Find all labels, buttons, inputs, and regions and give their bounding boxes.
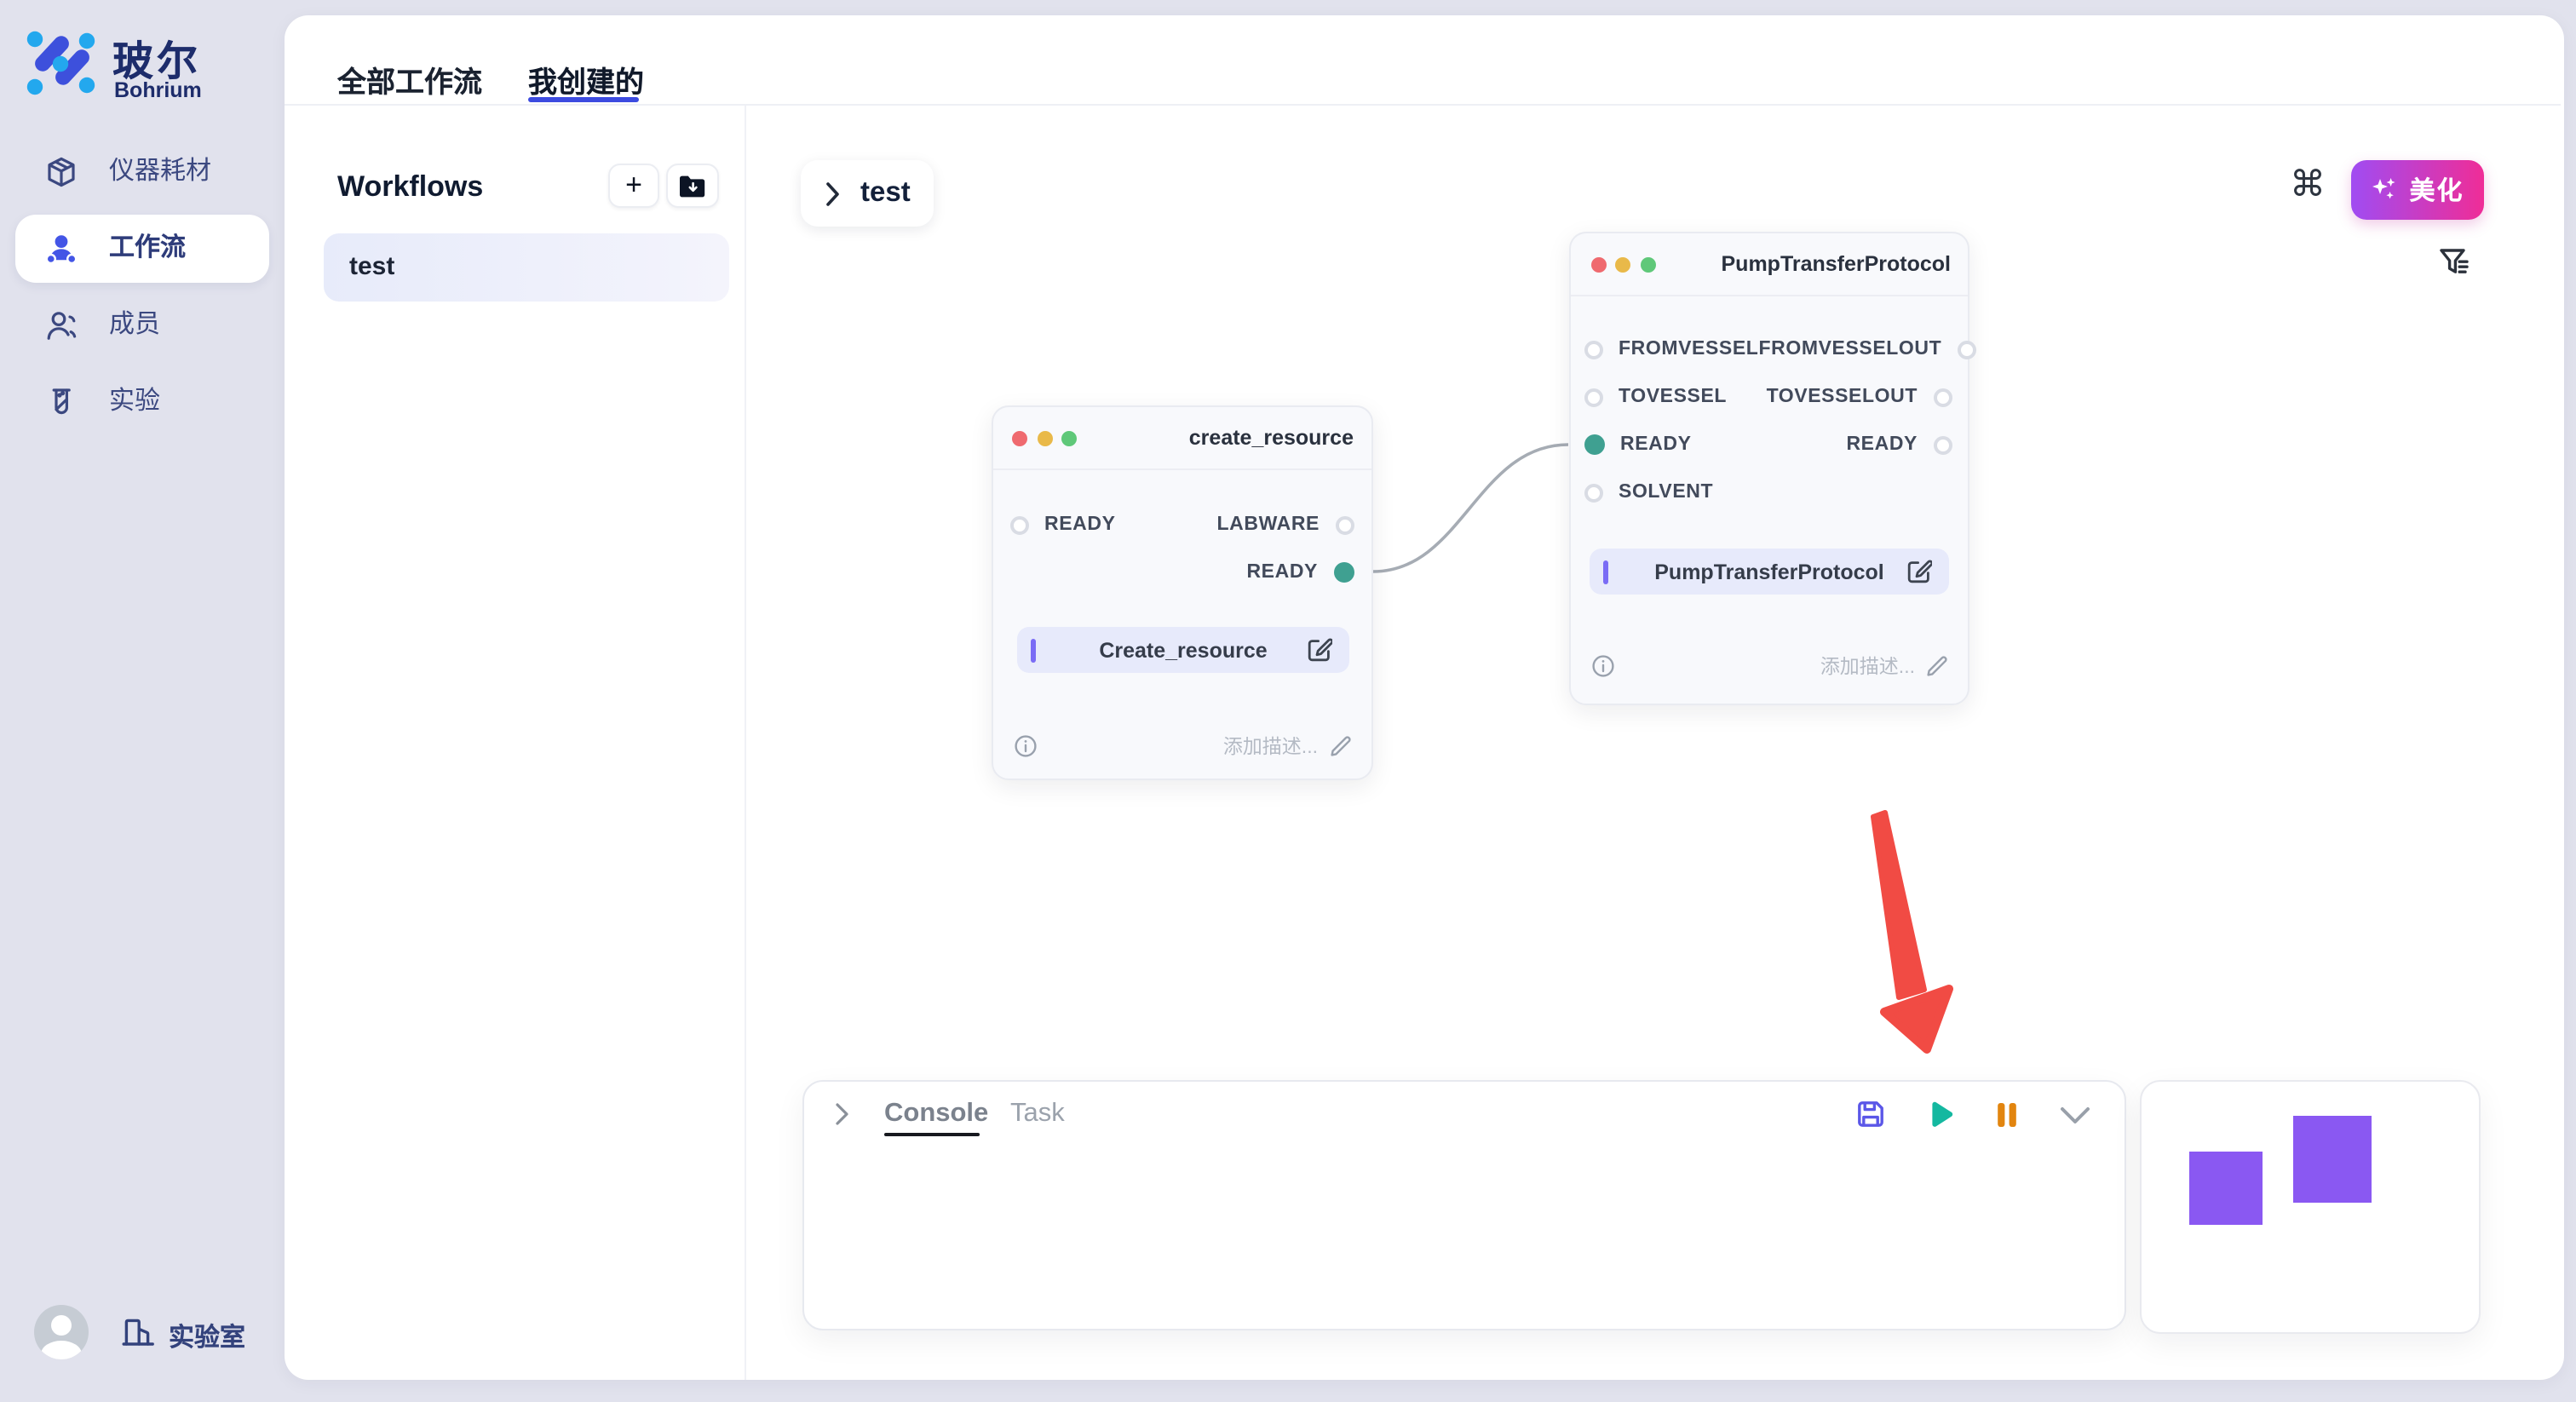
node-header: PumpTransferProtocol	[1571, 233, 1968, 296]
pencil-icon[interactable]	[1925, 654, 1949, 678]
collapse-chevron-down-icon[interactable]	[2058, 1104, 2092, 1128]
node-title: create_resource	[1189, 426, 1354, 450]
port-label: TOVESSEL	[1619, 387, 1727, 407]
tab-console[interactable]: Console	[884, 1099, 988, 1129]
input-port-solvent[interactable]	[1584, 483, 1603, 502]
sparkles-icon	[2370, 175, 2397, 203]
save-icon[interactable]	[1855, 1099, 1886, 1129]
port-label: READY	[1846, 434, 1918, 455]
output-port-ready[interactable]	[1933, 435, 1952, 454]
port-row: TOVESSEL TOVESSELOUT	[1584, 378, 1952, 416]
tab-task[interactable]: Task	[1010, 1099, 1065, 1129]
input-port-ready[interactable]	[1584, 434, 1605, 455]
node-action-label: Create_resource	[1099, 638, 1267, 662]
command-icon[interactable]: ⌘	[2290, 165, 2326, 206]
filter-icon[interactable]	[2438, 247, 2470, 279]
port-label: READY	[1044, 514, 1116, 535]
console-chevron-right-icon[interactable]	[835, 1102, 850, 1126]
run-play-icon[interactable]	[1923, 1099, 1956, 1131]
traffic-red-dot	[1012, 430, 1027, 445]
input-port-fromvessel[interactable]	[1584, 340, 1603, 359]
beautify-button[interactable]: 美化	[2351, 159, 2483, 219]
port-row: READY LABWARE	[1010, 506, 1354, 543]
port-label: TOVESSELOUT	[1767, 387, 1918, 407]
port-row: SOLVENT	[1584, 474, 1952, 511]
port-label: READY	[1246, 562, 1318, 583]
minimap-node-rect	[2293, 1116, 2372, 1203]
traffic-red-dot	[1590, 256, 1606, 272]
input-port-ready[interactable]	[1010, 515, 1029, 534]
node-footer: 添加描述...	[1591, 647, 1949, 685]
traffic-yellow-dot	[1615, 256, 1630, 272]
node-action-button[interactable]: Create_resource	[1017, 627, 1349, 673]
breadcrumb-label: test	[860, 177, 911, 210]
info-icon[interactable]	[1591, 654, 1615, 678]
edge-create-to-pump	[1373, 445, 1568, 572]
output-port-labware[interactable]	[1335, 515, 1354, 534]
input-port-tovessel[interactable]	[1584, 388, 1603, 406]
node-action-button[interactable]: PumpTransferProtocol	[1590, 549, 1949, 595]
node-footer: 添加描述...	[1013, 727, 1352, 765]
description-placeholder[interactable]: 添加描述...	[1223, 733, 1318, 760]
edit-icon[interactable]	[1307, 637, 1332, 663]
port-label: READY	[1620, 434, 1692, 455]
console-active-underline	[884, 1132, 980, 1136]
edit-icon[interactable]	[1906, 559, 1932, 584]
port-label: FROMVESSELOUT	[1758, 339, 1941, 359]
traffic-green-dot	[1061, 430, 1077, 445]
pause-icon[interactable]	[1993, 1100, 2021, 1129]
breadcrumb[interactable]: test	[801, 160, 934, 227]
beautify-label: 美化	[2409, 171, 2464, 207]
port-row: FROMVESSEL FROMVESSELOUT	[1584, 330, 1952, 368]
node-title: PumpTransferProtocol	[1722, 252, 1952, 276]
traffic-yellow-dot	[1037, 430, 1052, 445]
app-root: 玻尔 Bohrium 仪器耗材 工作流	[0, 0, 2576, 1402]
node-create-resource[interactable]: create_resource READY LABWARE READY Crea…	[991, 405, 1372, 780]
traffic-green-dot	[1640, 256, 1655, 272]
port-row: READY READY	[1584, 426, 1952, 463]
output-port-fromvesselout[interactable]	[1957, 340, 1975, 359]
node-action-label: PumpTransferProtocol	[1654, 560, 1884, 583]
port-label: LABWARE	[1217, 514, 1320, 535]
node-header: create_resource	[992, 407, 1371, 470]
pencil-icon[interactable]	[1328, 734, 1352, 758]
accent-bar	[1031, 638, 1035, 662]
port-row: READY	[1010, 554, 1354, 591]
chevron-right-icon	[826, 181, 840, 205]
node-pump-transfer-protocol[interactable]: PumpTransferProtocol FROMVESSEL FROMVESS…	[1569, 232, 1969, 705]
description-placeholder[interactable]: 添加描述...	[1820, 652, 1915, 680]
output-port-ready[interactable]	[1333, 562, 1354, 583]
port-label: FROMVESSEL	[1619, 339, 1758, 359]
minimap[interactable]	[2140, 1080, 2481, 1334]
output-port-tovesselout[interactable]	[1933, 388, 1952, 406]
info-icon[interactable]	[1013, 734, 1037, 758]
port-label: SOLVENT	[1619, 482, 1713, 503]
annotation-arrow	[1873, 813, 1949, 1049]
accent-bar	[1603, 560, 1607, 583]
minimap-node-rect	[2189, 1152, 2263, 1225]
